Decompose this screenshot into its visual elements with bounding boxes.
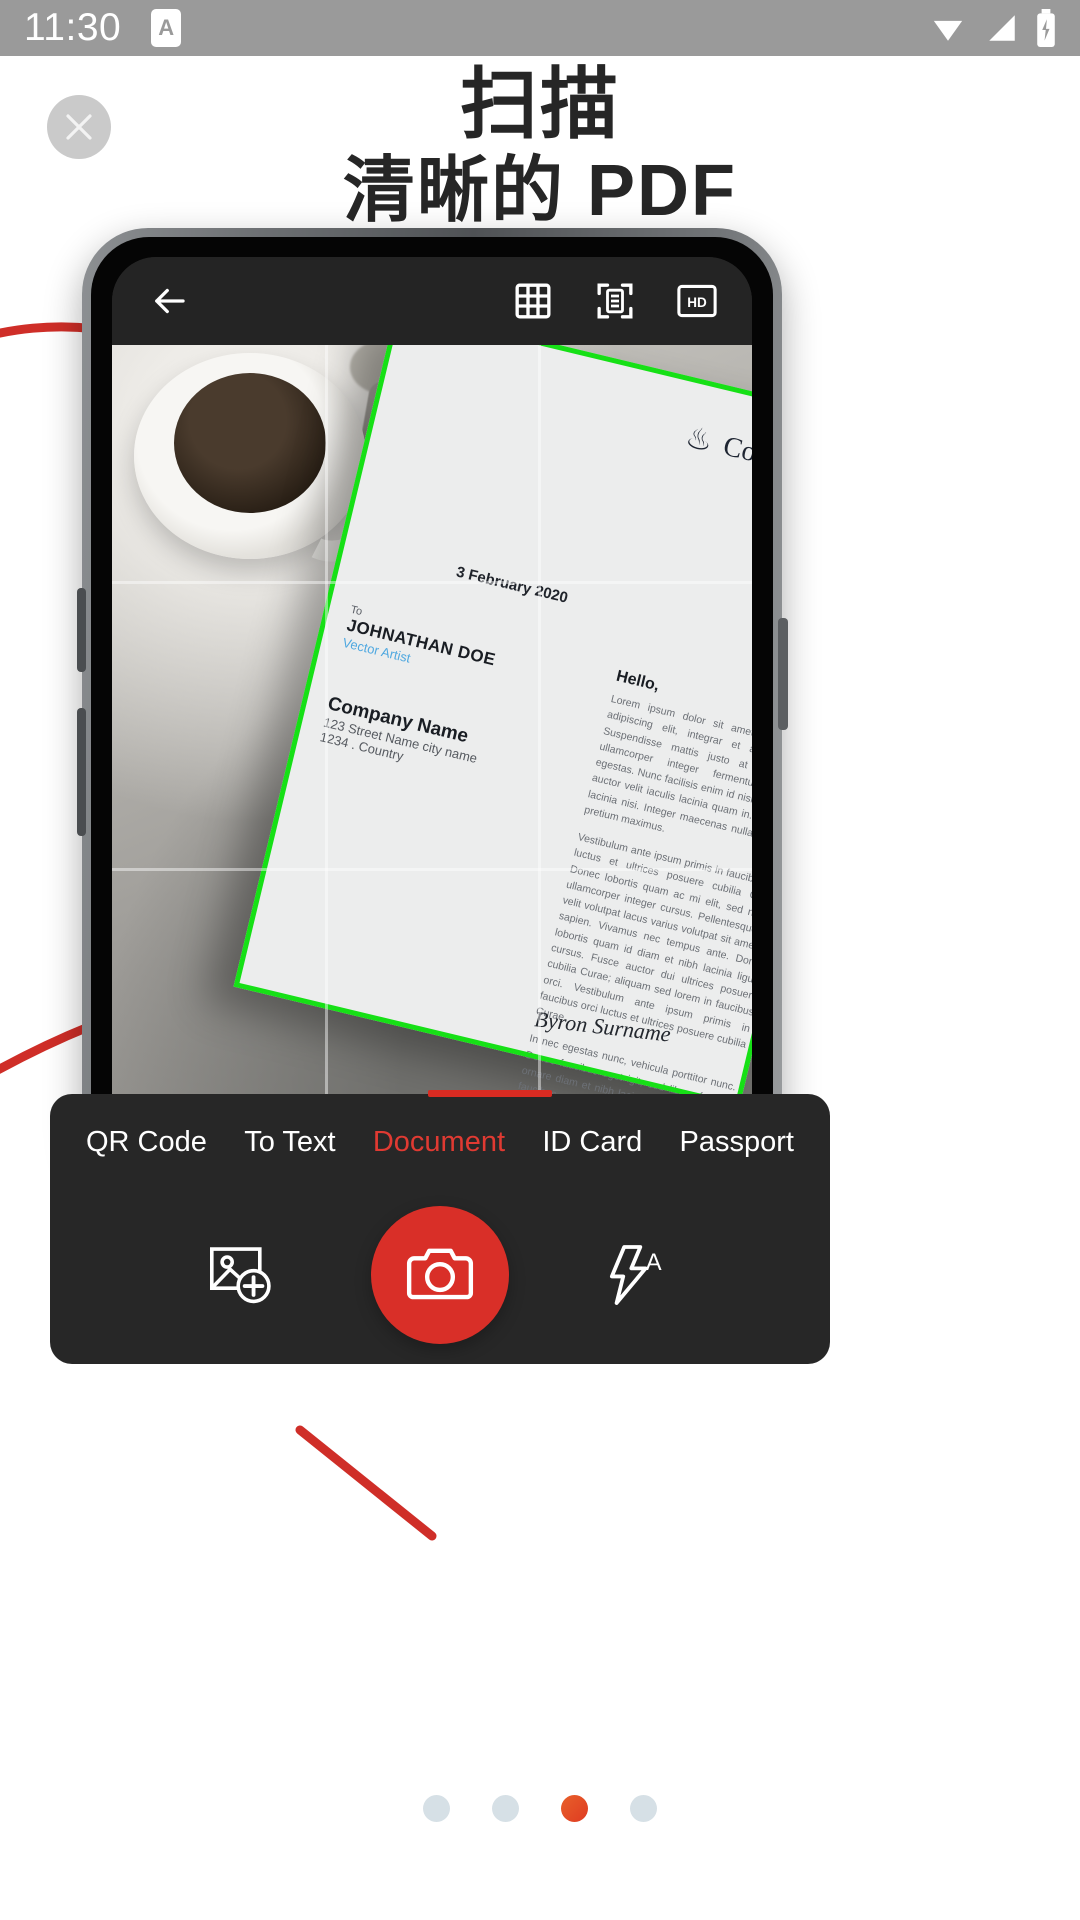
phone-screen: HD ♨ Coffe 3 February 2020 To JOHNATHAN … [112,257,752,1188]
toolbar-actions: HD [510,278,720,324]
grid-line-vertical [325,345,329,1188]
flash-auto-icon: A [609,1245,662,1305]
phone-mockup: HD ♨ Coffe 3 February 2020 To JOHNATHAN … [77,228,788,1188]
active-tab-indicator [428,1090,552,1097]
add-image-icon [210,1247,271,1304]
tab-id-card[interactable]: ID Card [542,1126,642,1159]
camera-viewfinder[interactable]: ♨ Coffe Studio 3 February 2020 To JOHNAT… [112,345,752,1188]
headline-line-1: 扫描 [459,60,620,148]
headline-line-2: 清晰的 PDF [342,151,737,232]
phone-volume-up-button [77,588,86,672]
signal-icon [989,15,1015,41]
arrow-left-icon [155,288,185,314]
wifi-icon [933,20,963,41]
tab-passport[interactable]: Passport [680,1126,794,1159]
grid-toggle-button[interactable] [510,278,556,324]
page-dot[interactable] [492,1795,519,1822]
android-status-bar: 11:30 A [0,0,1080,56]
capture-controls: A [50,1190,830,1360]
grid-line-horizontal [112,867,752,871]
page-dot[interactable] [423,1795,450,1822]
close-icon [66,114,92,140]
scan-mode-tabs: QR Code To Text Document ID Card Passpor… [50,1090,830,1190]
grid-icon [515,283,551,319]
auto-detect-button[interactable] [592,278,638,324]
app-badge-letter: A [158,15,175,40]
import-image-button[interactable] [201,1233,285,1317]
scanner-app-toolbar: HD [112,257,752,345]
tab-to-text[interactable]: To Text [244,1126,335,1159]
hd-quality-button[interactable]: HD [674,278,720,324]
shutter-button[interactable] [371,1206,509,1344]
page-dot-active[interactable] [561,1795,588,1822]
flash-mode-button[interactable]: A [595,1233,679,1317]
back-button[interactable] [146,278,192,324]
flash-auto-letter: A [646,1249,662,1276]
status-bar-indicators [926,9,1058,47]
close-button[interactable] [47,95,111,159]
tab-document[interactable]: Document [373,1126,505,1159]
svg-text:HD: HD [687,295,707,310]
camera-control-panel: QR Code To Text Document ID Card Passpor… [50,1090,830,1364]
document-scan-icon [597,283,633,319]
onboarding-screen: 11:30 A 扫描 清晰的 PDF HD ♨ Coffe 3 February… [0,0,1080,1920]
page-dot[interactable] [630,1795,657,1822]
camera-icon [406,1248,474,1300]
tab-qr-code[interactable]: QR Code [86,1126,207,1159]
page-indicator [0,1795,1080,1822]
status-bar-clock: 11:30 [24,6,122,49]
phone-power-button [778,618,788,730]
grid-line-horizontal [112,581,752,585]
app-notification-badge-icon: A [151,9,182,47]
phone-volume-down-button [77,708,86,836]
grid-line-vertical [538,345,542,1188]
onboarding-headline: 扫描 清晰的 PDF [0,62,1080,236]
hd-icon: HD [677,284,717,318]
battery-charging-icon [1037,9,1055,47]
phone-bezel: HD ♨ Coffe 3 February 2020 To JOHNATHAN … [91,237,773,1188]
